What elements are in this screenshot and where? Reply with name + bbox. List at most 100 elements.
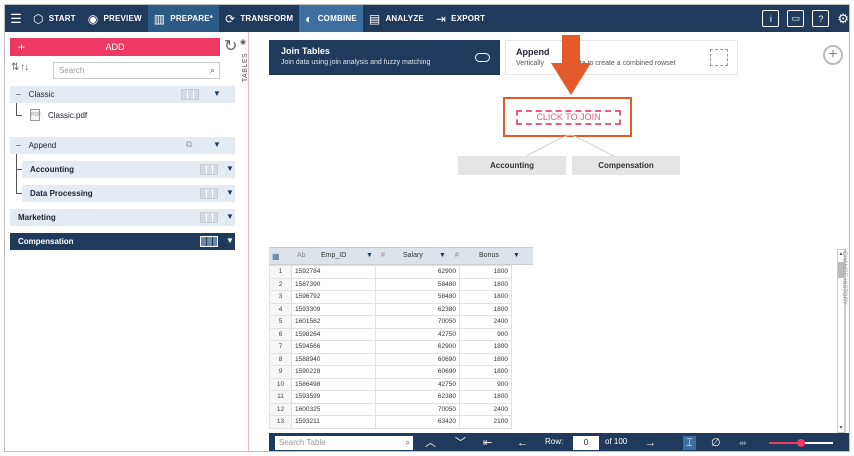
search-table-input[interactable]: Search Table ⌕ — [275, 436, 413, 450]
search-table-placeholder: Search Table — [279, 438, 326, 447]
table-row[interactable]: 7 1594566 62900 1800 — [269, 340, 512, 354]
join-table-left[interactable]: Accounting — [458, 156, 566, 175]
table-row[interactable]: 8 1588940 60690 1800 — [269, 352, 512, 366]
row-number-input[interactable]: 0 — [573, 436, 599, 450]
chevron-down-icon[interactable]: ▼ — [213, 140, 221, 149]
menu-icon[interactable]: ☰ — [5, 11, 27, 27]
zoom-slider[interactable] — [769, 439, 833, 447]
row-number: 6 — [269, 327, 292, 341]
row-total-label: of 100 — [605, 437, 628, 446]
click-to-join-label: CLICK TO JOIN — [536, 112, 601, 122]
grid-icon — [200, 212, 218, 223]
first-row-icon[interactable]: ⇤ — [483, 436, 492, 450]
chevron-down-icon[interactable]: ▼ — [226, 212, 234, 221]
append-subtitle-left: Vertically — [516, 60, 545, 67]
chevron-down-icon[interactable]: ▼ — [439, 252, 446, 259]
toggle-icon[interactable] — [475, 53, 490, 62]
table-marketing[interactable]: Marketing ▼ — [10, 209, 235, 226]
search-icon: ⌕ — [405, 438, 410, 447]
chevron-down-icon[interactable]: ▼ — [226, 164, 234, 173]
table-row[interactable]: 11 1593599 62380 1800 — [269, 390, 512, 404]
arrow-right-icon[interactable]: → — [645, 436, 656, 450]
table-label: Compensation — [18, 237, 74, 246]
file-label: Classic.pdf — [48, 110, 88, 120]
table-row[interactable]: 3 1596792 58480 1800 — [269, 290, 512, 304]
tab-start-label: START — [48, 14, 76, 23]
table-row[interactable]: 10 1586498 42750 900 — [269, 377, 512, 391]
row-number: 10 — [269, 377, 292, 391]
table-accounting[interactable]: Accounting ▼ — [22, 161, 235, 178]
col-header-empid[interactable]: Emp_ID — [321, 252, 346, 259]
emp-id-cell: 1601562 — [291, 315, 376, 329]
tab-transform[interactable]: ⟳ TRANSFORM — [219, 5, 299, 32]
tables-side-tab[interactable]: ◉ TABLES — [239, 39, 249, 94]
add-circle-icon[interactable]: + — [823, 45, 843, 65]
col-type-label: # — [455, 252, 459, 259]
tab-prepare[interactable]: ▥ PREPARE* — [147, 5, 220, 32]
gear-icon[interactable]: ⚙ — [837, 11, 849, 27]
chevron-down-icon[interactable]: ▼ — [366, 252, 373, 259]
group-classic[interactable]: − Classic ▼ — [10, 86, 235, 103]
no-filter-icon[interactable]: ∅ — [711, 436, 721, 450]
chevron-down-icon[interactable]: ▼ — [226, 236, 234, 245]
bonus-cell: 1800 — [459, 302, 512, 316]
search-input[interactable]: Search ⌕ — [53, 62, 220, 79]
table-compensation[interactable]: Compensation ▼ — [10, 233, 235, 250]
chevron-down-icon[interactable]: ﹀ — [455, 436, 466, 450]
split-icon[interactable]: ⇹ — [739, 436, 747, 450]
add-button[interactable]: + ADD — [10, 38, 220, 56]
window-icon[interactable]: ▭ — [787, 10, 805, 27]
scroll-down-icon[interactable]: ▼ — [838, 425, 844, 431]
bonus-cell: 900 — [459, 377, 512, 391]
col-type-label: # — [381, 252, 385, 259]
col-header-salary[interactable]: Salary — [403, 252, 423, 259]
table-data-processing[interactable]: Data Processing ▼ — [22, 185, 235, 202]
table-row[interactable]: 13 1593211 63420 2100 — [269, 415, 512, 429]
file-classic-pdf[interactable]: PDF Classic.pdf — [18, 109, 87, 121]
app-window: ☰ ⬡ START ◉ PREVIEW ▥ PREPARE* ⟳ TRANSFORM ◐… — [4, 4, 850, 452]
panel-divider — [248, 32, 249, 451]
col-header-bonus[interactable]: Bonus — [479, 252, 499, 259]
export-icon: ⇥ — [435, 11, 447, 26]
col-type-label: Ab — [297, 252, 306, 259]
tab-start[interactable]: ⬡ START — [27, 5, 82, 32]
grid-menu-icon[interactable]: ▦ — [272, 252, 280, 261]
append-card[interactable]: Append Vertically data to create a combin… — [505, 40, 738, 75]
emp-id-cell: 1586498 — [291, 377, 376, 391]
fit-height-icon[interactable]: ⌶ — [683, 436, 696, 450]
join-table-right[interactable]: Compensation — [572, 156, 680, 175]
table-row[interactable]: 1 1592784 62900 1800 — [269, 265, 512, 279]
chevron-down-icon[interactable]: ▼ — [226, 188, 234, 197]
table-row[interactable]: 2 1587390 58480 1800 — [269, 277, 512, 291]
tab-export[interactable]: ⇥ EXPORT — [430, 5, 491, 32]
help-book-icon[interactable]: ? — [812, 10, 830, 27]
tab-preview[interactable]: ◉ PREVIEW — [82, 5, 148, 32]
group-append[interactable]: − Append ⧉ ▼ — [10, 137, 235, 154]
salary-cell: 60690 — [375, 352, 460, 366]
chevron-down-icon[interactable]: ▼ — [513, 252, 520, 259]
sort-icon[interactable]: ⇅ ↑↓ — [11, 62, 29, 73]
bonus-cell: 2400 — [459, 315, 512, 329]
chevron-down-icon[interactable]: ▼ — [213, 89, 221, 98]
salary-cell: 70050 — [375, 315, 460, 329]
refresh-icon[interactable]: ↻ — [224, 36, 237, 56]
combine-icon: ◐ — [305, 11, 313, 26]
tab-combine[interactable]: ◐ COMBINE — [299, 5, 363, 32]
table-row[interactable]: 5 1601562 70050 2400 — [269, 315, 512, 329]
table-row[interactable]: 9 1590228 60690 1800 — [269, 365, 512, 379]
zoom-slider-knob[interactable] — [797, 439, 805, 447]
arrow-left-icon[interactable]: ← — [517, 436, 528, 450]
click-to-join-button[interactable]: CLICK TO JOIN — [516, 110, 621, 125]
join-tables-card[interactable]: Join Tables Join data using join analysi… — [269, 40, 500, 75]
add-button-label: ADD — [105, 42, 125, 52]
chevron-up-icon[interactable]: ︿ — [425, 436, 436, 450]
change-history-tab[interactable]: CHANGE HISTORY — [841, 251, 847, 311]
table-row[interactable]: 4 1593309 62380 1800 — [269, 302, 512, 316]
tab-preview-label: PREVIEW — [103, 14, 142, 23]
emp-id-cell: 1600325 — [291, 402, 376, 416]
info-icon[interactable]: i — [762, 10, 780, 27]
row-number: 9 — [269, 365, 292, 379]
table-row[interactable]: 12 1600325 70050 2400 — [269, 402, 512, 416]
tab-analyze[interactable]: ▤ ANALYZE — [363, 5, 430, 32]
table-row[interactable]: 6 1598264 42750 900 — [269, 327, 512, 341]
